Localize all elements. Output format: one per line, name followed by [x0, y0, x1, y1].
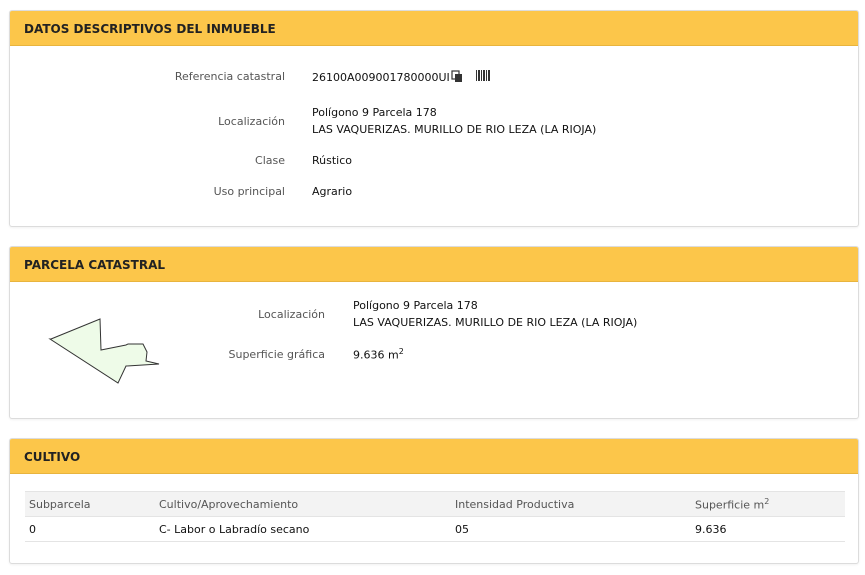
parcela-catastral-title: PARCELA CATASTRAL — [10, 247, 858, 282]
col-intensidad: Intensidad Productiva — [451, 491, 691, 517]
cultivo-panel: CULTIVO Subparcela Cultivo/Aprovechamien… — [9, 438, 859, 564]
superficie-grafica-label: Superficie gráfica — [228, 348, 326, 361]
superficie-grafica-number: 9.636 m — [353, 348, 399, 362]
referencia-catastral-label: Referencia catastral — [174, 70, 285, 83]
col-superficie-label: Superficie m — [695, 498, 765, 512]
barcode-icon[interactable] — [476, 70, 490, 81]
cell-superficie: 9.636 — [691, 516, 845, 542]
uso-principal-value: Agrario — [312, 185, 353, 198]
datos-descriptivos-title: DATOS DESCRIPTIVOS DEL INMUEBLE — [10, 11, 858, 46]
parcela-localizacion-line1: Polígono 9 Parcela 178 — [353, 299, 478, 312]
clase-value: Rústico — [312, 154, 352, 167]
parcela-localizacion-line2: LAS VAQUERIZAS. MURILLO DE RIO LEZA (LA … — [353, 316, 638, 329]
copy-icon[interactable] — [451, 70, 463, 83]
clase-label: Clase — [255, 154, 285, 167]
superficie-grafica-exponent: 2 — [398, 347, 404, 356]
parcela-catastral-panel: PARCELA CATASTRAL Localización Polígono … — [9, 246, 859, 419]
cultivo-table-header: Subparcela Cultivo/Aprovechamiento Inten… — [25, 491, 845, 517]
referencia-catastral-value: 26100A009001780000UI — [312, 71, 450, 84]
col-subparcela: Subparcela — [25, 491, 155, 517]
localizacion-line2: LAS VAQUERIZAS. MURILLO DE RIO LEZA (LA … — [312, 123, 597, 136]
localizacion-line1: Polígono 9 Parcela 178 — [312, 106, 437, 119]
col-cultivo: Cultivo/Aprovechamiento — [155, 491, 451, 517]
cell-intensidad: 05 — [451, 516, 691, 542]
col-superficie: Superficie m2 — [691, 491, 845, 517]
superficie-grafica-value: 9.636 m2 — [353, 347, 404, 362]
datos-descriptivos-panel: DATOS DESCRIPTIVOS DEL INMUEBLE Referenc… — [9, 10, 859, 227]
table-row: 0 C- Labor o Labradío secano 05 9.636 — [25, 516, 845, 542]
localizacion-label: Localización — [218, 115, 285, 128]
uso-principal-label: Uso principal — [213, 185, 285, 198]
cultivo-table: Subparcela Cultivo/Aprovechamiento Inten… — [25, 491, 845, 542]
cell-subparcela: 0 — [25, 516, 155, 542]
cultivo-title: CULTIVO — [10, 439, 858, 474]
cell-cultivo: C- Labor o Labradío secano — [155, 516, 451, 542]
col-superficie-exponent: 2 — [764, 496, 770, 506]
parcela-localizacion-label: Localización — [258, 308, 325, 321]
